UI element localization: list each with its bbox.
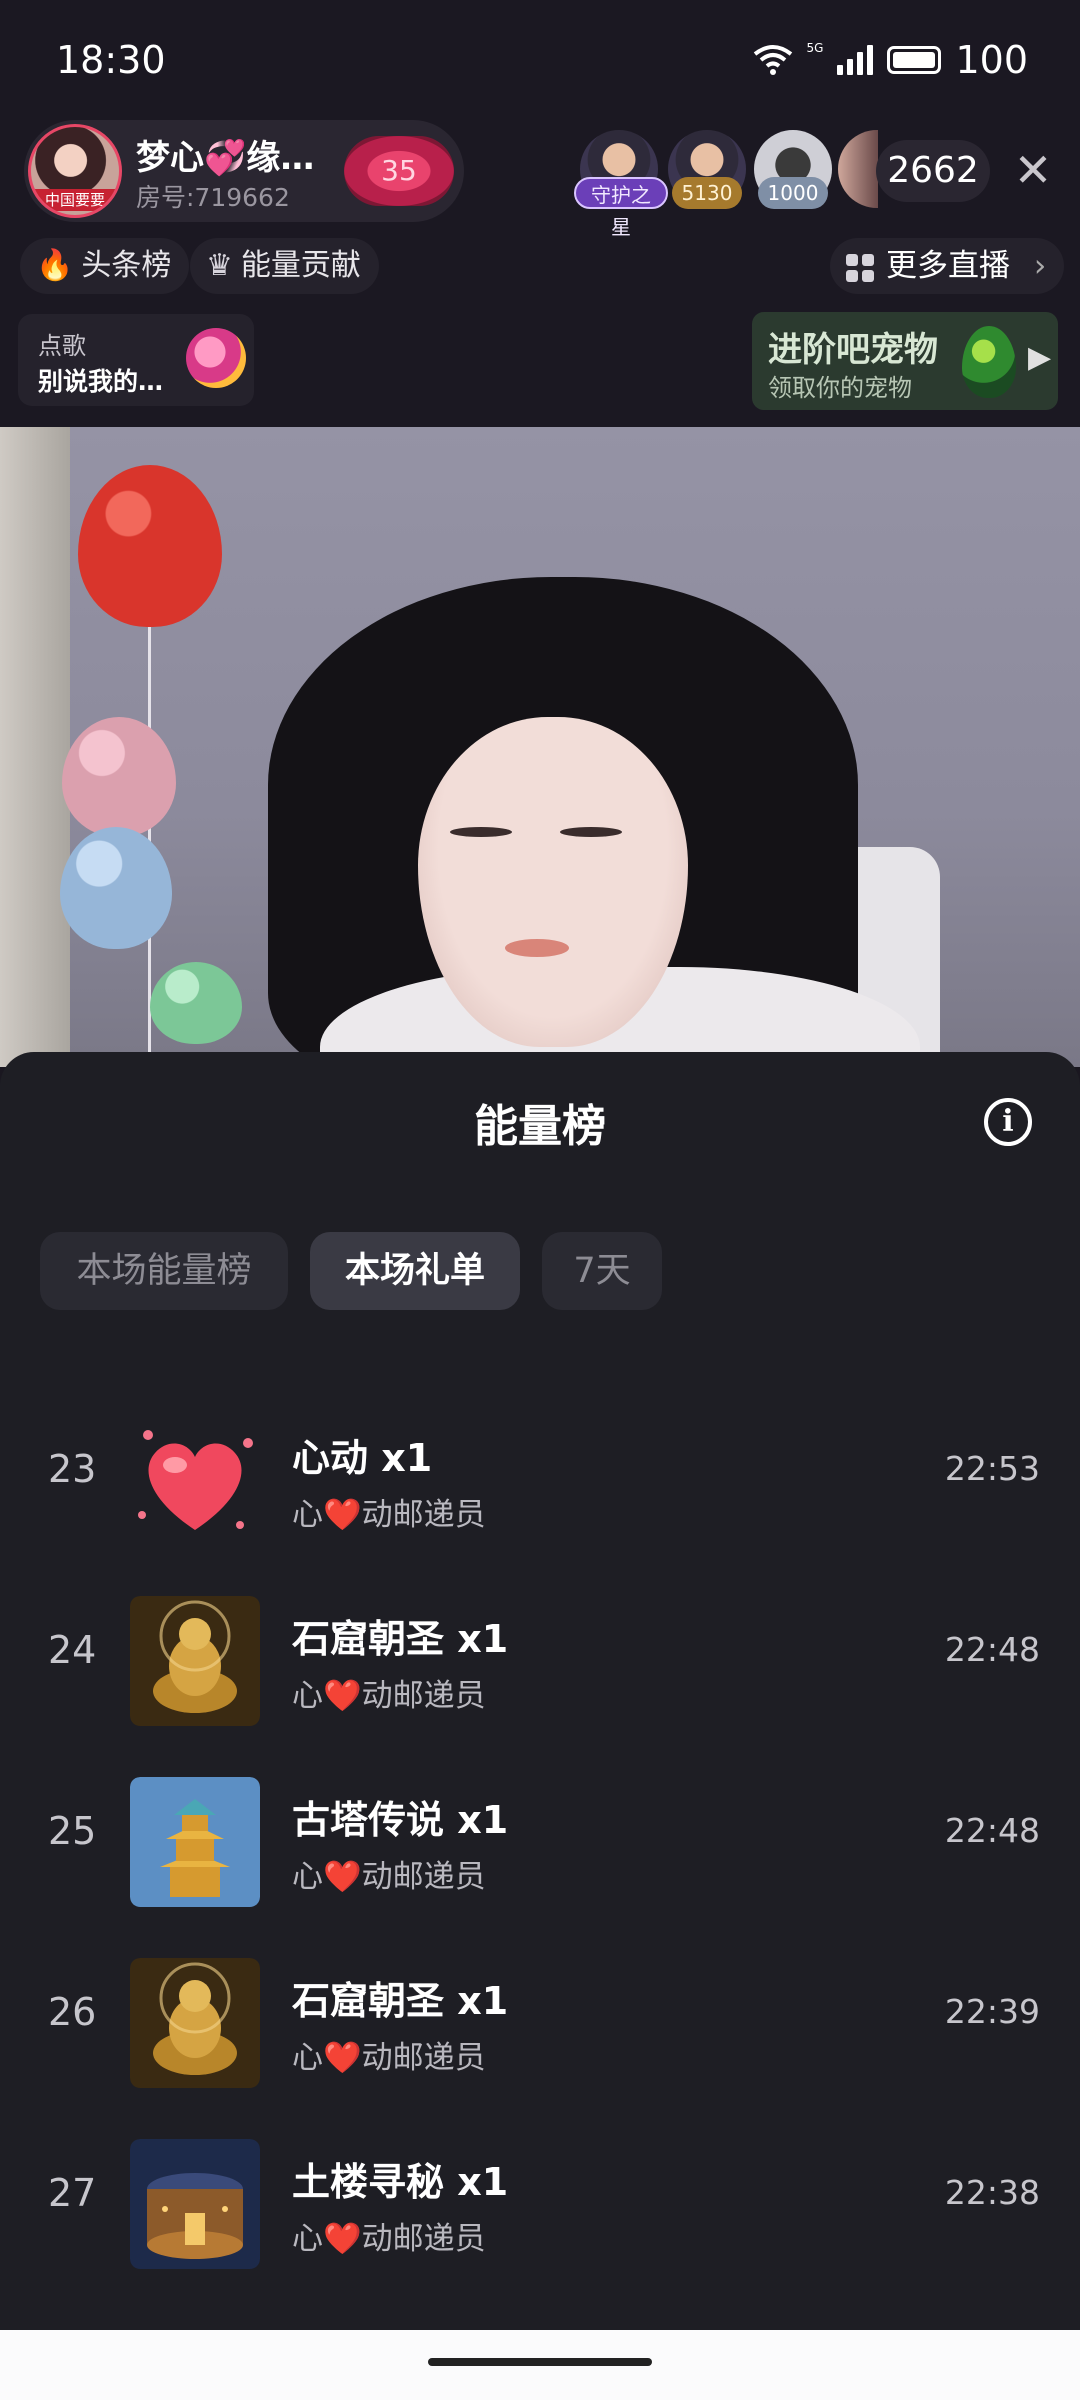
gift-name: 石窟朝圣 x1	[292, 1979, 509, 2023]
viewer-tag: 1000	[758, 177, 828, 209]
gift-rank: 23	[48, 1447, 97, 1491]
song-title: 别说我的…	[38, 367, 164, 396]
home-indicator[interactable]	[428, 2358, 652, 2366]
gift-rank: 27	[48, 2171, 97, 2215]
room-id: 房号:719662	[136, 183, 290, 212]
gift-row[interactable]: 26 石窟朝圣 x1 心❤️动邮递员 22:39	[0, 1928, 1080, 2109]
gift-giver: 心❤️动邮递员	[292, 1678, 486, 1714]
level-badge[interactable]: 35	[344, 136, 454, 206]
flame-icon: 🔥	[36, 248, 74, 283]
gift-time: 22:53	[944, 1449, 1040, 1488]
gift-name: 土楼寻秘 x1	[292, 2160, 509, 2204]
gift-time: 22:48	[944, 1811, 1040, 1850]
viewer-tag: 守护之星	[574, 177, 668, 239]
status-icons: 5G 100	[753, 38, 1028, 82]
battery-level: 100	[955, 38, 1028, 82]
pet-promo-subtitle: 领取你的宠物	[768, 374, 912, 402]
pet-promo-title: 进阶吧宠物	[768, 330, 938, 370]
balloon	[62, 717, 176, 837]
gift-giver: 心❤️动邮递员	[292, 2040, 486, 2076]
battery-icon	[887, 46, 942, 74]
status-time: 18:30	[56, 38, 166, 82]
anchor-avatar-tag: 中国要要	[31, 189, 119, 211]
gift-name: 古塔传说 x1	[292, 1798, 509, 1842]
headline-rank-chip[interactable]: 🔥 头条榜	[20, 238, 190, 294]
energy-contrib-chip[interactable]: ♛ 能量贡献	[190, 238, 379, 294]
anchor-name: 梦心💞缘…	[136, 138, 315, 178]
buddha-gift-icon	[130, 1596, 260, 1726]
gift-rank: 26	[48, 1990, 97, 2034]
wifi-icon	[753, 45, 792, 75]
gift-time: 22:38	[944, 2173, 1040, 2212]
more-live-label: 更多直播	[886, 248, 1010, 284]
anchor-avatar[interactable]: 中国要要	[28, 124, 122, 218]
chevron-right-icon: ›	[1033, 248, 1047, 284]
balloon	[60, 827, 172, 949]
gift-name: 心动 x1	[292, 1436, 433, 1480]
song-request-label: 点歌	[38, 332, 86, 360]
tab-session-gifts[interactable]: 本场礼单	[310, 1232, 520, 1310]
gift-giver: 心❤️动邮递员	[292, 1859, 486, 1895]
pet-egg-icon	[962, 326, 1016, 398]
sheet-title: 能量榜	[474, 1101, 606, 1152]
headline-rank-label: 头条榜	[81, 248, 172, 283]
viewer-tag: 5130	[672, 177, 742, 209]
pagoda-gift-icon	[130, 1777, 260, 1907]
gift-giver: 心❤️动邮递员	[292, 1497, 486, 1533]
live-video[interactable]	[0, 427, 1080, 1067]
song-request-card[interactable]: 点歌 别说我的…	[18, 314, 254, 406]
gift-time: 22:39	[944, 1992, 1040, 2031]
buddha-gift-icon	[130, 1958, 260, 2088]
gift-giver: 心❤️动邮递员	[292, 2221, 486, 2257]
grid-icon	[846, 253, 874, 282]
energy-contrib-label: 能量贡献	[240, 248, 361, 283]
crown-icon: ♛	[206, 248, 233, 283]
balloon	[150, 962, 242, 1044]
gift-row[interactable]: 23 心动 x1 心❤️动邮递员 22:53	[0, 1385, 1080, 1566]
more-live-button[interactable]: 更多直播 ›	[830, 238, 1065, 294]
viewer-count[interactable]: 2662	[876, 140, 990, 202]
close-icon[interactable]: ✕	[1008, 140, 1058, 200]
tulou-gift-icon	[130, 2139, 260, 2269]
pet-promo-card[interactable]: 进阶吧宠物 领取你的宠物 ▶	[752, 312, 1058, 410]
gift-name: 石窟朝圣 x1	[292, 1617, 509, 1661]
gift-rank: 25	[48, 1809, 97, 1853]
lollipop-icon	[186, 328, 246, 388]
gift-row[interactable]: 24 石窟朝圣 x1 心❤️动邮递员 22:48	[0, 1566, 1080, 1747]
gift-rank: 24	[48, 1628, 97, 1672]
gift-row[interactable]: 25 古塔传说 x1 心❤️动邮递员 22:48	[0, 1747, 1080, 1928]
play-arrow-icon: ▶	[1028, 340, 1052, 375]
info-icon[interactable]: i	[984, 1098, 1032, 1146]
gift-time: 22:48	[944, 1630, 1040, 1669]
heart-gift-icon	[138, 1430, 253, 1530]
gift-row[interactable]: 27 土楼寻秘 x1 心❤️动邮递员 22:38	[0, 2109, 1080, 2290]
tab-7-days[interactable]: 7天	[542, 1232, 662, 1310]
network-type: 5G	[806, 41, 824, 55]
tab-session-energy[interactable]: 本场能量榜	[40, 1232, 288, 1310]
signal-icon	[837, 45, 874, 75]
